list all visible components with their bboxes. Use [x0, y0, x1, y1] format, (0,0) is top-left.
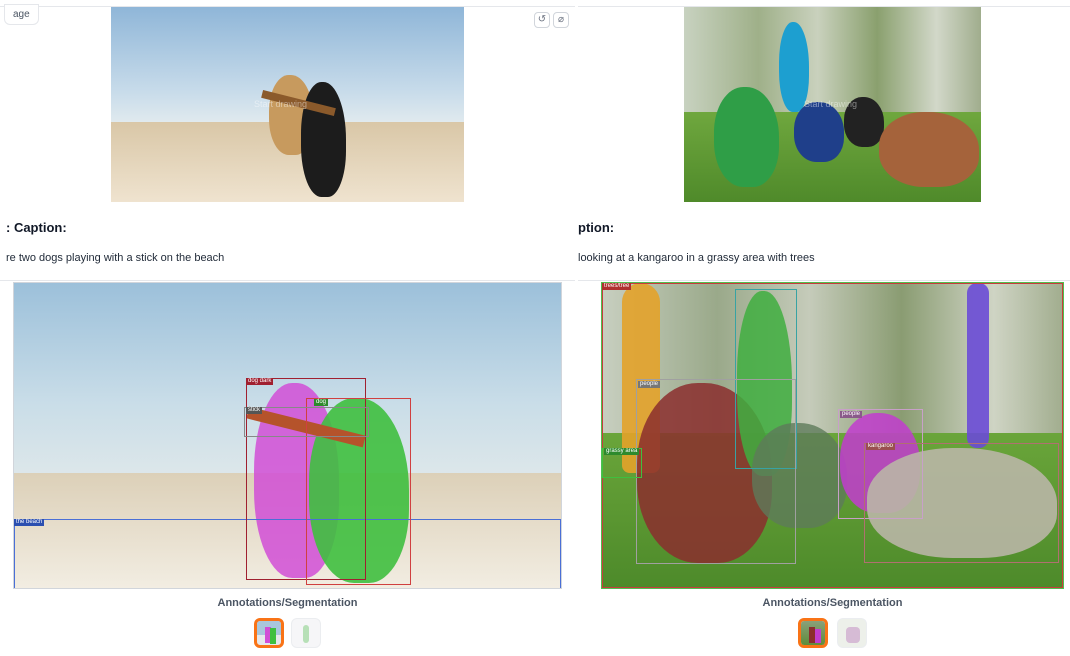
thumbnail-segmentation[interactable] — [798, 618, 828, 648]
segmentation-label: Annotations/Segmentation — [762, 597, 903, 609]
caption-heading: ption: — [578, 220, 615, 235]
section-divider — [578, 280, 1070, 281]
segmentation-label: Annotations/Segmentation — [217, 597, 358, 609]
caption-text: re two dogs playing with a stick on the … — [6, 252, 225, 264]
bbox-stick — [244, 407, 369, 437]
tag-beach: the beach — [14, 519, 45, 526]
clear-icon[interactable]: ⌀ — [553, 12, 569, 28]
input-image-kangaroo[interactable]: Start drawing — [684, 7, 981, 202]
bbox-person-2 — [636, 379, 796, 564]
tag-people-1: people — [638, 381, 661, 388]
undo-icon[interactable]: ↺ — [534, 12, 550, 28]
caption-text: looking at a kangaroo in a grassy area w… — [578, 252, 815, 264]
person-green-shape — [714, 87, 779, 187]
right-result-panel: Start drawing ption: looking at a kangar… — [578, 0, 1070, 656]
tag-grassy-area: grassy area — [604, 448, 640, 455]
input-image-dogs[interactable]: Start drawing — [111, 7, 464, 202]
left-result-panel: age Start drawing ↺ ⌀ : Caption: re two … — [0, 0, 575, 656]
tag-dog-1: dog dark — [246, 378, 274, 385]
tag-people-2: people — [840, 411, 863, 418]
bbox-kangaroo — [864, 443, 1059, 563]
kangaroo-shape — [879, 112, 979, 187]
image-label-badge: age — [4, 4, 39, 25]
black-dog-shape — [301, 82, 346, 197]
caption-heading: : Caption: — [6, 220, 67, 235]
segmentation-output-dogs[interactable]: the beach dog dark stick dog — [13, 282, 562, 589]
thumbnail-original[interactable] — [837, 618, 867, 648]
canvas-overlay-text: Start drawing — [804, 99, 858, 109]
canvas-overlay-text: Start drawing — [254, 99, 308, 109]
segmentation-output-kangaroo[interactable]: trees/tree people people kangaroo grassy… — [601, 282, 1064, 589]
tag-dog-2: dog — [314, 399, 329, 406]
tag-trees: trees/tree — [602, 283, 632, 290]
tag-kangaroo: kangaroo — [866, 443, 896, 450]
tag-stick: stick — [246, 407, 262, 414]
section-divider — [0, 280, 575, 281]
app-root: age Start drawing ↺ ⌀ : Caption: re two … — [0, 0, 1070, 656]
person-navy-shape — [794, 102, 844, 162]
thumbnail-original[interactable] — [291, 618, 321, 648]
thumbnail-segmentation[interactable] — [254, 618, 284, 648]
